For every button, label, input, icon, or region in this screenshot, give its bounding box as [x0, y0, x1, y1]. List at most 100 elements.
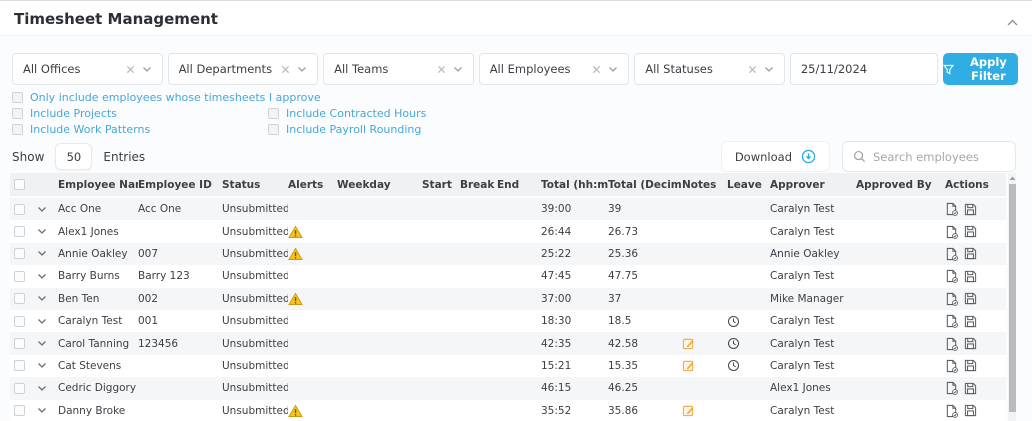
col-alerts: Alerts — [288, 178, 324, 191]
checkbox-filter-item[interactable]: Include Payroll Rounding — [268, 123, 421, 136]
checkbox-label[interactable]: Include Contracted Hours — [286, 107, 426, 120]
date-filter[interactable] — [789, 53, 959, 85]
filter-dropdown[interactable]: All Offices — [12, 53, 163, 85]
row-expander-chevron-icon[interactable] — [37, 250, 47, 257]
scroll-up-arrow-icon[interactable] — [1008, 175, 1016, 181]
checkbox-label[interactable]: Include Projects — [30, 107, 117, 120]
timesheet-report-icon[interactable] — [945, 337, 958, 351]
checkbox-approve-only[interactable]: Only include employees whose timesheets … — [12, 91, 321, 104]
chevron-down-icon[interactable] — [297, 66, 307, 73]
save-floppy-icon[interactable] — [964, 270, 977, 283]
x-clear-icon[interactable] — [437, 65, 446, 74]
row-checkbox[interactable] — [14, 203, 25, 215]
checkbox-icon[interactable] — [268, 108, 279, 119]
timesheet-report-icon[interactable] — [945, 269, 958, 284]
x-clear-icon[interactable] — [748, 65, 757, 74]
checkbox-icon[interactable] — [12, 108, 23, 119]
timesheet-report-icon[interactable] — [945, 225, 958, 239]
x-clear-icon[interactable] — [281, 65, 290, 74]
checkbox-label[interactable]: Include Work Patterns — [30, 123, 150, 136]
checkbox-label[interactable]: Include Payroll Rounding — [286, 123, 421, 136]
row-expander-chevron-icon[interactable] — [37, 407, 47, 414]
x-clear-icon[interactable] — [592, 65, 601, 74]
note-edit-icon[interactable] — [682, 337, 695, 350]
filter-dropdown[interactable]: All Departments — [167, 53, 319, 85]
timesheet-report-icon[interactable] — [945, 314, 958, 329]
checkbox-filter-item[interactable]: Include Projects — [12, 107, 268, 120]
date-input[interactable] — [800, 62, 947, 76]
chevron-down-icon[interactable] — [608, 66, 618, 73]
timesheet-report-icon[interactable] — [945, 202, 958, 217]
timesheet-report-icon[interactable] — [945, 292, 958, 306]
checkbox-filter-item[interactable]: Include Work Patterns — [12, 123, 268, 136]
row-expander-chevron-icon[interactable] — [37, 385, 47, 392]
collapse-panel-button[interactable] — [1006, 18, 1019, 27]
row-checkbox[interactable] — [14, 248, 25, 260]
row-expander-chevron-icon[interactable] — [37, 318, 47, 325]
save-floppy-icon[interactable] — [964, 315, 977, 328]
row-checkbox[interactable] — [14, 382, 25, 394]
row-expander-chevron-icon[interactable] — [37, 362, 47, 369]
apply-filter-button[interactable]: Apply Filter — [942, 53, 1018, 85]
note-edit-icon[interactable] — [682, 404, 695, 417]
save-floppy-icon[interactable] — [964, 359, 977, 372]
table-row: Annie Oakley 007 Unsubmitted 25:22 25.36… — [10, 242, 1006, 266]
total-decimal-cell: 37 — [608, 292, 622, 305]
table-row: Carol Tanning 123456 Unsubmitted 42:35 4… — [10, 332, 1006, 355]
save-floppy-icon[interactable] — [964, 337, 977, 350]
employee-name-cell: Annie Oakley — [58, 247, 128, 260]
row-checkbox[interactable] — [14, 405, 25, 417]
checkbox-icon[interactable] — [12, 124, 23, 135]
filter-dropdown[interactable]: All Statuses — [634, 53, 785, 85]
select-all-checkbox[interactable] — [14, 179, 25, 190]
scrollbar-thumb[interactable] — [1008, 184, 1016, 412]
save-floppy-icon[interactable] — [964, 203, 977, 216]
timesheet-report-icon[interactable] — [945, 404, 958, 418]
entries-count-input[interactable] — [55, 143, 93, 170]
approved-by-cell — [856, 198, 945, 220]
timesheet-report-icon[interactable] — [945, 359, 958, 373]
row-checkbox[interactable] — [14, 360, 25, 372]
row-expander-chevron-icon[interactable] — [37, 340, 47, 347]
checkbox-icon[interactable] — [268, 124, 279, 135]
filter-dropdown[interactable]: All Employees — [478, 53, 630, 85]
save-floppy-icon[interactable] — [964, 225, 977, 238]
vertical-scrollbar[interactable] — [1008, 173, 1016, 421]
status-cell: Unsubmitted — [222, 337, 288, 350]
filter-dropdown[interactable]: All Teams — [323, 53, 474, 85]
checkbox-label[interactable]: Only include employees whose timesheets … — [30, 91, 321, 104]
checkbox-icon[interactable] — [12, 92, 23, 103]
chevron-down-icon[interactable] — [764, 66, 774, 73]
x-clear-icon[interactable] — [126, 65, 135, 74]
row-expander-chevron-icon[interactable] — [37, 206, 47, 213]
approved-by-cell — [856, 332, 945, 354]
checkbox-filter-item[interactable]: Include Contracted Hours — [268, 107, 426, 120]
save-floppy-icon[interactable] — [964, 404, 977, 417]
row-checkbox[interactable] — [14, 338, 25, 350]
timesheet-report-icon[interactable] — [945, 381, 958, 396]
chevron-down-icon[interactable] — [142, 66, 152, 73]
row-checkbox[interactable] — [14, 270, 25, 282]
start-cell — [422, 288, 460, 310]
save-floppy-icon[interactable] — [964, 292, 977, 305]
weekday-cell — [337, 288, 422, 310]
row-checkbox[interactable] — [14, 315, 25, 327]
row-expander-chevron-icon[interactable] — [37, 273, 47, 280]
row-expander-chevron-icon[interactable] — [37, 295, 47, 302]
search-box[interactable] — [842, 141, 1016, 172]
row-expander-chevron-icon[interactable] — [37, 228, 47, 235]
note-edit-icon[interactable] — [682, 359, 695, 372]
total-decimal-cell: 46.25 — [608, 382, 639, 395]
employee-name-cell: Carol Tanning — [58, 337, 130, 350]
timesheet-report-icon[interactable] — [945, 247, 958, 261]
search-input[interactable] — [873, 149, 1005, 164]
save-floppy-icon[interactable] — [964, 382, 977, 395]
download-button[interactable]: Download — [720, 141, 830, 172]
save-floppy-icon[interactable] — [964, 247, 977, 260]
row-checkbox[interactable] — [14, 293, 25, 305]
row-checkbox[interactable] — [14, 226, 25, 238]
magnifier-icon — [853, 150, 866, 163]
chevron-down-icon[interactable] — [453, 66, 463, 73]
status-cell: Unsubmitted — [222, 292, 288, 305]
approved-by-cell — [856, 243, 945, 265]
